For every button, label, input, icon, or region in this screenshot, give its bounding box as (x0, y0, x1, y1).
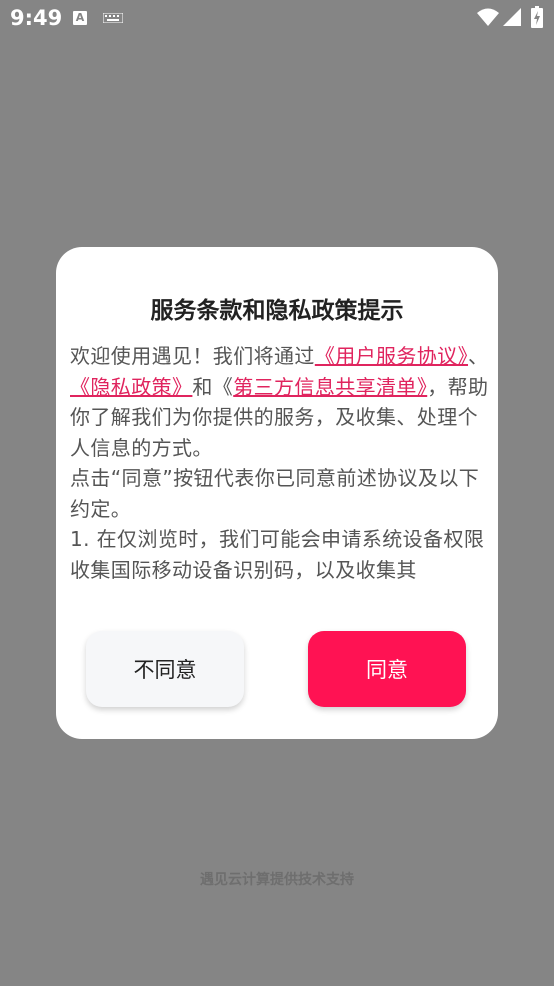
privacy-dialog: 服务条款和隐私政策提示 欢迎使用遇见！我们将通过《用户服务协议》、《隐私政策》和… (56, 247, 498, 739)
disagree-button[interactable]: 不同意 (86, 631, 244, 707)
dialog-title: 服务条款和隐私政策提示 (150, 298, 404, 324)
separator-text: 和《 (192, 374, 234, 399)
status-bar: 9:49 A (0, 0, 554, 38)
signal-icon (503, 8, 521, 26)
terms-item-1: 1. 在仅浏览时，我们可能会申请系统设备权限收集国际移动设备识别码，以及收集其 (70, 527, 485, 582)
battery-icon (531, 6, 543, 28)
keyboard-icon (103, 13, 123, 23)
agree-button[interactable]: 同意 (308, 631, 466, 707)
intro-paragraph: 欢迎使用遇见！我们将通过《用户服务协议》、《隐私政策》和《第三方信息共享清单》，… (70, 341, 490, 463)
consent-paragraph: 点击“同意”按钮代表你已同意前述协议及以下约定。 (70, 466, 480, 521)
a-icon: A (73, 11, 87, 25)
user-agreement-link[interactable]: 《用户服务协议》 (315, 344, 468, 368)
wifi-icon (477, 8, 499, 26)
tech-support-footer: 遇见云计算提供技术支持 (200, 872, 354, 888)
privacy-policy-link[interactable]: 《隐私政策》 (70, 375, 192, 399)
dialog-body: 欢迎使用遇见！我们将通过《用户服务协议》、《隐私政策》和《第三方信息共享清单》，… (70, 341, 490, 589)
separator-text: 、 (468, 344, 489, 368)
dialog-buttons: 不同意 同意 (56, 631, 498, 711)
status-time: 9:49 (10, 6, 63, 30)
third-party-list-link[interactable]: 第三方信息共享清单》 (233, 375, 427, 399)
intro-text: 欢迎使用遇见！我们将通过 (70, 344, 315, 368)
